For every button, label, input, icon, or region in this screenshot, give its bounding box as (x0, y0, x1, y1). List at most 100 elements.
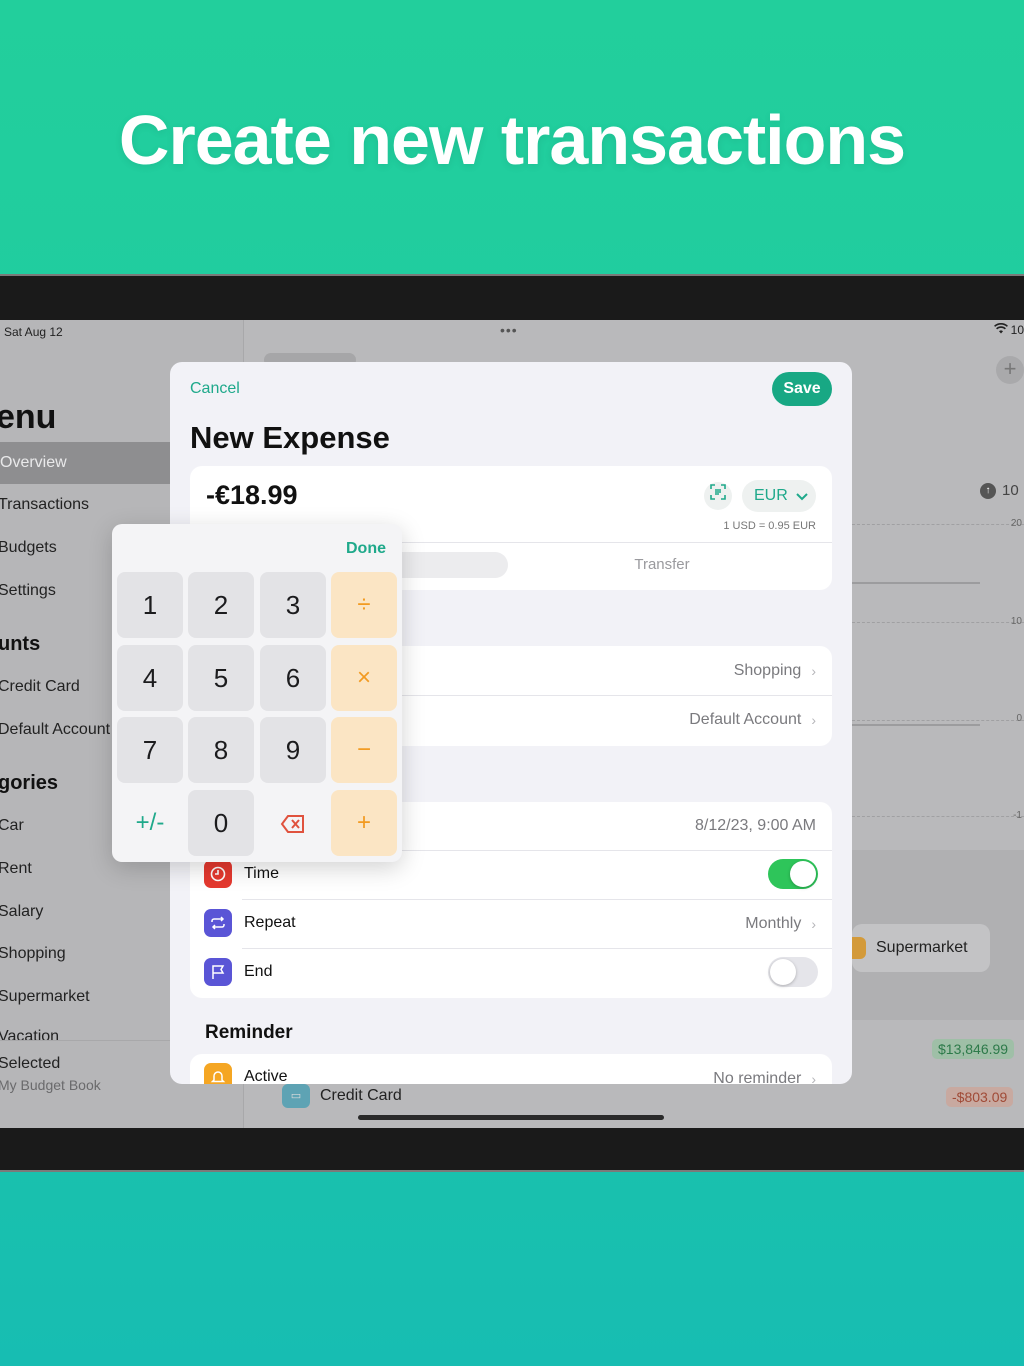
supermarket-label: Supermarket (876, 939, 968, 956)
key-8[interactable]: 8 (188, 717, 254, 783)
home-indicator[interactable] (358, 1115, 664, 1120)
sidebar-item-shopping[interactable]: Shopping (0, 945, 66, 963)
key-5[interactable]: 5 (188, 645, 254, 711)
key-multiply[interactable]: × (331, 645, 397, 711)
flag-icon (204, 958, 232, 986)
key-6[interactable]: 6 (260, 645, 326, 711)
reminder-card: Active No reminder › (190, 1054, 832, 1084)
repeat-row-label: Repeat (204, 909, 296, 937)
sidebar-section-accounts: unts (0, 633, 41, 655)
sidebar-item-default-account[interactable]: Default Account (0, 721, 110, 739)
battery-percent: 10 (1010, 323, 1024, 337)
key-1[interactable]: 1 (117, 572, 183, 638)
selected-book-name[interactable]: My Budget Book (0, 1077, 101, 1093)
status-date: Sat Aug 12 (4, 325, 63, 339)
sidebar-item-rent[interactable]: Rent (0, 860, 32, 878)
supermarket-icon (852, 937, 866, 959)
sidebar-item-supermarket[interactable]: Supermarket (0, 988, 90, 1006)
sidebar-title: enu (0, 398, 57, 436)
cancel-button[interactable]: Cancel (190, 380, 240, 398)
divider (242, 948, 832, 949)
clock-icon (204, 860, 232, 888)
sheet-title: New Expense (190, 420, 390, 455)
sidebar-item-settings[interactable]: Settings (0, 582, 56, 600)
amount-field[interactable]: -€18.99 (206, 480, 298, 511)
credit-card-icon: ▭ (282, 1084, 310, 1108)
sidebar-item-vacation[interactable]: Vacation (0, 1028, 59, 1040)
key-7[interactable]: 7 (117, 717, 183, 783)
backspace-icon[interactable] (260, 790, 326, 856)
chevron-right-icon: › (811, 916, 816, 932)
sidebar-section-categories: gories (0, 772, 59, 794)
key-add[interactable]: + (331, 790, 397, 856)
scan-receipt-icon[interactable] (704, 482, 732, 510)
key-subtract[interactable]: − (331, 717, 397, 783)
sidebar-item-salary[interactable]: Salary (0, 903, 43, 921)
keypad-done-button[interactable]: Done (346, 540, 386, 558)
key-sign-toggle[interactable]: +/- (117, 790, 183, 856)
key-9[interactable]: 9 (260, 717, 326, 783)
divider (242, 899, 832, 900)
grid-label: -1 (1013, 810, 1022, 821)
arrow-up-icon: ↑ (980, 482, 996, 499)
account-row[interactable]: Default Account › (689, 711, 816, 729)
chart-line (852, 582, 980, 584)
repeat-label: Repeat (244, 914, 296, 931)
chart-change-value: 10 (1002, 482, 1019, 499)
currency-picker[interactable]: EUR (742, 480, 816, 512)
grid-label: 0 (1016, 713, 1022, 724)
multitasking-dots[interactable]: ••• (500, 322, 518, 338)
calculator-keypad: Done 1 2 3 ÷ 4 5 6 × 7 8 9 − +/- 0 + (112, 524, 402, 862)
tablet-frame: enu Overview Transactions Budgets Settin… (0, 274, 1024, 1172)
date-row[interactable]: 8/12/23, 9:00 AM (695, 817, 816, 835)
key-4[interactable]: 4 (117, 645, 183, 711)
end-label: End (244, 963, 273, 980)
grid-line (852, 622, 1024, 623)
repeat-value: Monthly (745, 915, 802, 932)
sidebar-item-car[interactable]: Car (0, 817, 24, 835)
category-row[interactable]: Shopping › (734, 662, 816, 680)
time-toggle[interactable] (768, 859, 818, 889)
segment-transfer[interactable]: Transfer (508, 556, 816, 573)
chart-line (852, 724, 980, 726)
save-button[interactable]: Save (772, 372, 832, 406)
balance-positive: $13,846.99 (932, 1039, 1015, 1059)
repeat-icon (204, 909, 232, 937)
headline: Create new transactions (118, 101, 906, 179)
chart-change: ↑ 10 (980, 482, 1019, 499)
end-row: End (204, 958, 272, 986)
credit-card-label: Credit Card (320, 1087, 402, 1104)
key-0[interactable]: 0 (188, 790, 254, 856)
balance-negative: -$803.09 (946, 1087, 1014, 1107)
active-label: Active (244, 1068, 288, 1084)
grid-label: 20 (1010, 518, 1022, 529)
end-toggle[interactable] (768, 957, 818, 987)
grid-line (852, 720, 1024, 721)
bell-icon (204, 1063, 232, 1084)
tablet-screen: enu Overview Transactions Budgets Settin… (0, 320, 1024, 1128)
grid-label: 10 (1010, 616, 1022, 627)
currency-label: EUR (754, 487, 788, 504)
chevron-right-icon: › (811, 712, 816, 728)
reminder-row[interactable]: No reminder › (713, 1070, 816, 1084)
time-label: Time (244, 865, 279, 882)
exchange-rate: 1 USD = 0.95 EUR (723, 520, 816, 532)
supermarket-chip[interactable]: Supermarket (852, 924, 990, 972)
sidebar-item-budgets[interactable]: Budgets (0, 539, 57, 557)
status-right: 10 (993, 323, 1024, 337)
wifi-icon (993, 323, 1008, 337)
chevron-right-icon: › (811, 1071, 816, 1084)
sidebar-item-credit-card[interactable]: Credit Card (0, 678, 80, 696)
key-divide[interactable]: ÷ (331, 572, 397, 638)
sidebar-item-transactions[interactable]: Transactions (0, 496, 89, 514)
key-2[interactable]: 2 (188, 572, 254, 638)
add-icon[interactable]: + (996, 356, 1024, 384)
active-row: Active (204, 1063, 288, 1084)
key-3[interactable]: 3 (260, 572, 326, 638)
category-value: Shopping (733, 662, 802, 679)
chevron-down-icon (796, 480, 808, 512)
credit-card-row[interactable]: ▭ Credit Card (282, 1084, 402, 1108)
chevron-right-icon: › (811, 663, 816, 679)
reminder-title: Reminder (205, 1022, 293, 1043)
repeat-row[interactable]: Monthly › (745, 915, 816, 933)
